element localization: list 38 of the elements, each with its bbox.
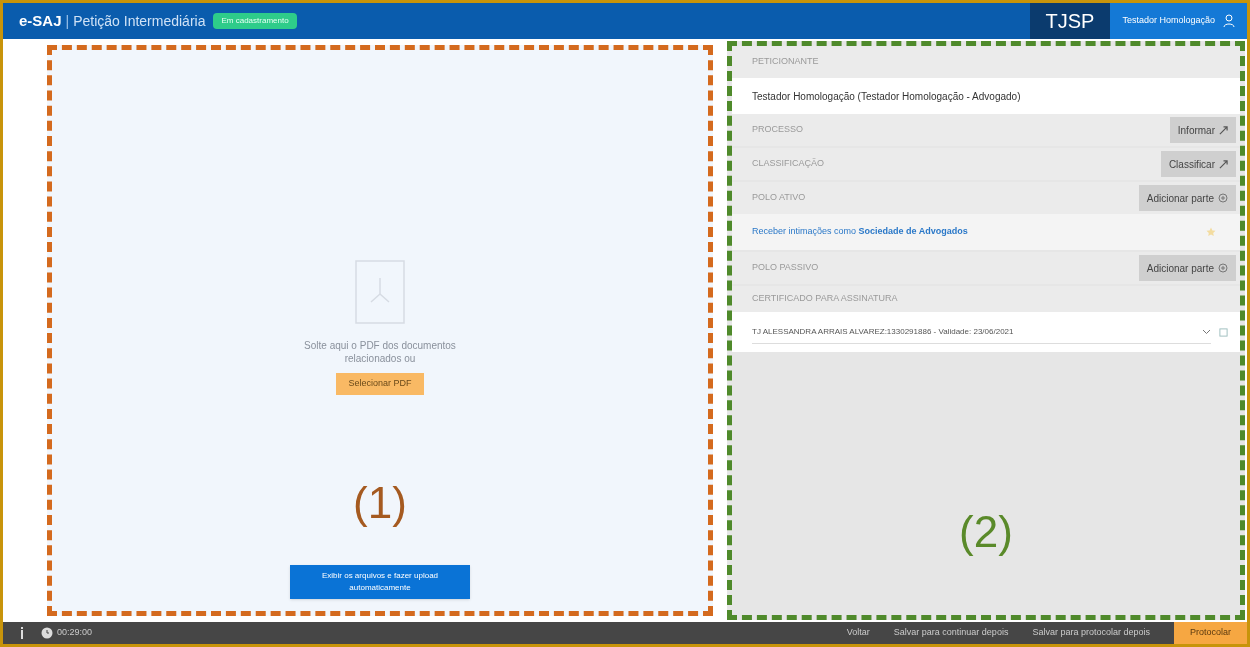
section-label: CERTIFICADO PARA ASSINATURA (752, 292, 898, 306)
section-label: POLO PASSIVO (752, 261, 819, 275)
star-icon[interactable] (1206, 227, 1216, 237)
upload-area[interactable]: Solte aqui o PDF dos documentos relacionados ou Selecionar PDF (1) Exibir os arquivos e fazer upload automaticamente (47, 45, 713, 616)
region-annotation: (2) (959, 509, 1013, 554)
sociedade-link[interactable]: Receber intimações como Sociedade de Advogados (752, 225, 968, 239)
add-icon (1218, 193, 1228, 203)
page-title: Petição Intermediária (73, 11, 206, 31)
footer-button[interactable]: Salvar para protocolar depois (1020, 622, 1162, 644)
petitioner-name: Testador Homologação (Testador Homologação - Advogado) (752, 89, 1021, 104)
info-icon[interactable] (19, 627, 25, 639)
status-badge: Em cadastramento (213, 13, 297, 29)
expand-icon (1219, 159, 1228, 169)
court-logo: TJSP (1029, 3, 1111, 39)
section-label: POLO ATIVO (752, 191, 806, 205)
region-annotation: (1) (353, 481, 407, 525)
section-button[interactable]: Informar (1169, 117, 1236, 143)
title-separator: | (65, 11, 70, 31)
chevron-down-icon (1202, 328, 1211, 335)
drop-hint: Solte aqui o PDF dos documentos relacionados ou (303, 340, 457, 365)
section-button[interactable]: Adicionar parte (1138, 185, 1236, 211)
session-timer: 00:29:00 (57, 626, 93, 640)
section-label: PROCESSO (752, 123, 803, 137)
footer-button[interactable]: Salvar para continuar depois (881, 622, 1021, 644)
expand-icon (1219, 125, 1228, 135)
section-label: PETICIONANTE (752, 55, 819, 69)
footer-button[interactable]: Voltar (834, 622, 882, 644)
add-icon (1218, 263, 1228, 273)
section-button[interactable]: Adicionar parte (1138, 255, 1236, 281)
pdf-file-icon (355, 260, 405, 324)
auto-upload-button[interactable]: Exibir os arquivos e fazer upload automaticamente (290, 565, 470, 599)
clock-icon (41, 627, 53, 639)
user-icon[interactable] (1223, 14, 1235, 28)
section-button[interactable]: Classificar (1160, 151, 1236, 177)
select-pdf-button[interactable]: Selecionar PDF (336, 373, 424, 395)
app-logo[interactable]: e-SAJ (19, 9, 62, 33)
footer-button[interactable]: Protocolar (1173, 622, 1247, 644)
section-label: CLASSIFICAÇÃO (752, 157, 825, 171)
